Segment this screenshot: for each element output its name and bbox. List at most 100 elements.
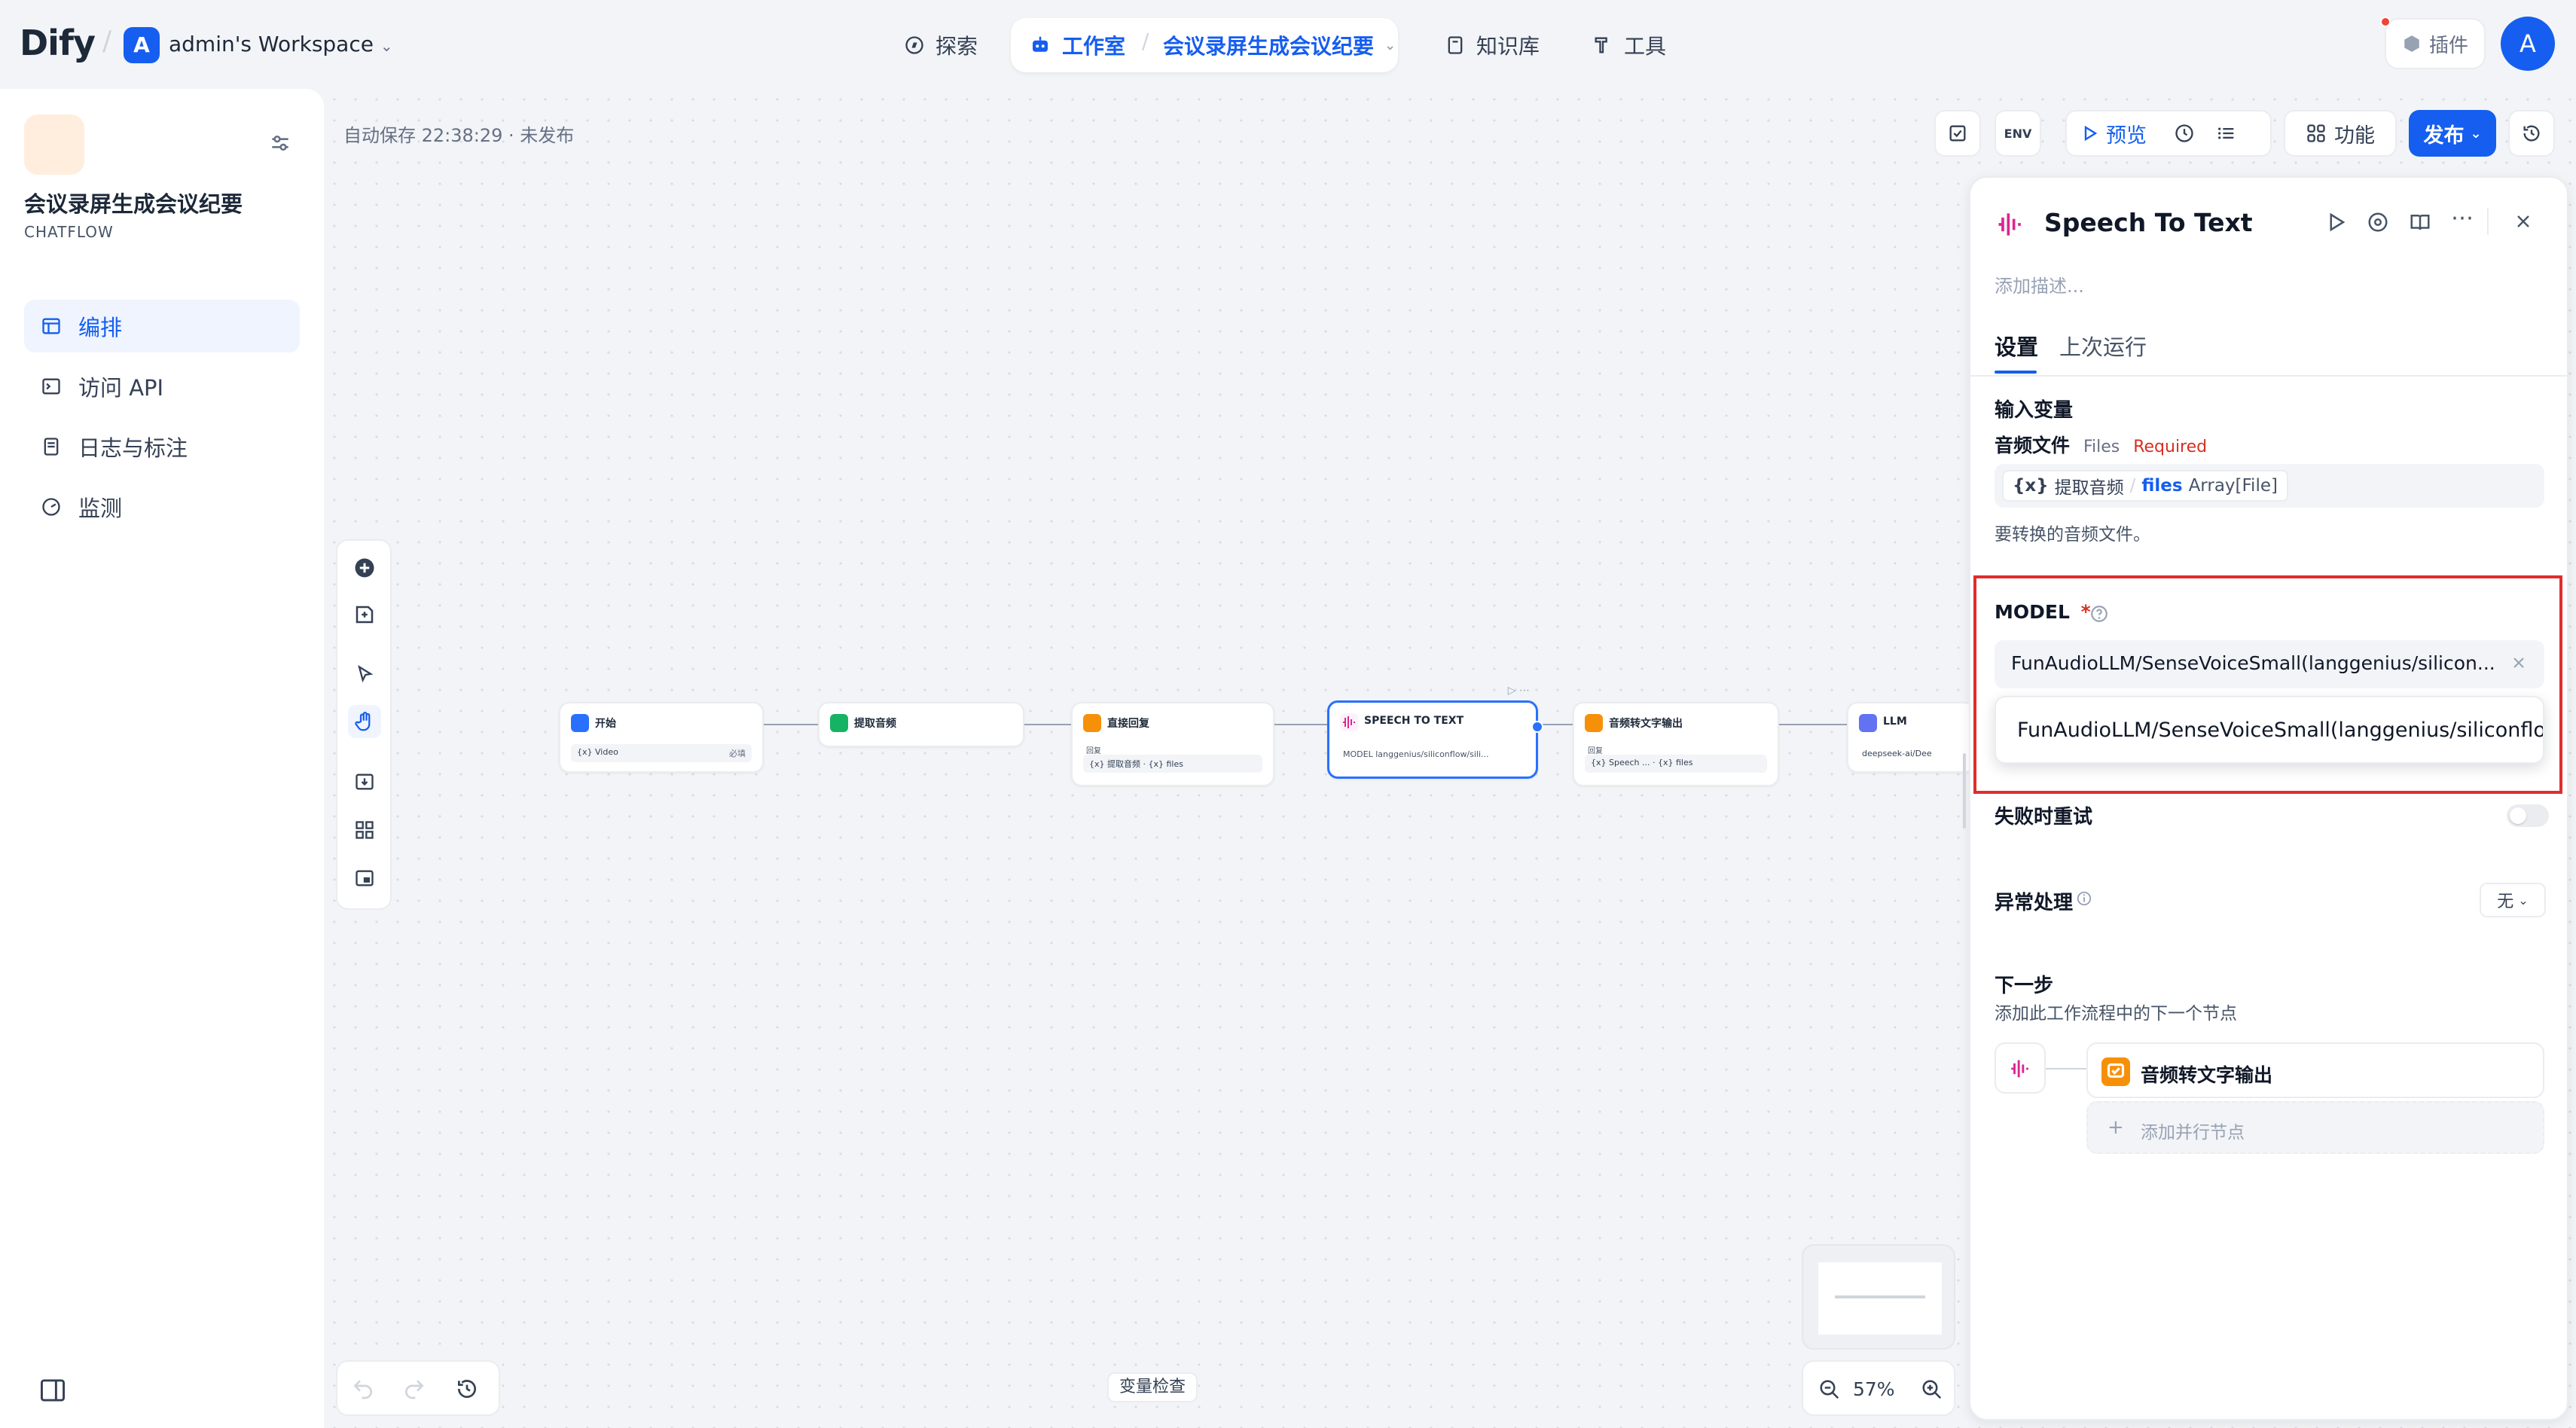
node-llm[interactable]: LLM deepseek-ai/Dee xyxy=(1847,702,1975,773)
sidebar-item-api[interactable]: 访问 API xyxy=(24,360,300,413)
tool-icon xyxy=(830,714,848,732)
minimap[interactable] xyxy=(1802,1244,1955,1350)
version-history-button[interactable] xyxy=(2508,110,2555,157)
workspace-avatar[interactable]: A xyxy=(124,27,160,63)
variable-inspect-button[interactable]: 变量检查 xyxy=(1107,1372,1198,1402)
breadcrumb-divider: / xyxy=(1142,29,1149,53)
panel-resize-handle[interactable] xyxy=(1963,753,1966,828)
app-settings-icon[interactable] xyxy=(268,131,292,155)
connector-line xyxy=(2046,1068,2086,1069)
add-parallel-label: 添加并行节点 xyxy=(2141,1123,2245,1143)
features-button[interactable]: 功能 xyxy=(2284,110,2397,157)
add-parallel-node-button[interactable]: + 添加并行节点 xyxy=(2086,1101,2544,1154)
env-button[interactable]: ENV xyxy=(1995,110,2041,157)
help-icon[interactable] xyxy=(2367,211,2389,233)
close-icon[interactable] xyxy=(2513,211,2534,232)
preview-button[interactable]: 预览 xyxy=(2106,119,2147,148)
terminal-icon xyxy=(41,376,62,397)
zoom-out-icon[interactable] xyxy=(1818,1378,1841,1401)
node-actions[interactable]: ▷ ⋯ xyxy=(1508,685,1530,697)
node-label: 回复 xyxy=(1086,747,1101,755)
layout-icon xyxy=(41,316,62,337)
node-extract-audio[interactable]: 提取音频 xyxy=(818,702,1024,747)
zoom-in-icon[interactable] xyxy=(1921,1378,1943,1401)
sidebar-item-monitor[interactable]: 监测 xyxy=(24,481,300,533)
notification-dot xyxy=(2380,17,2391,27)
undo-redo-bar xyxy=(336,1360,500,1416)
node-start[interactable]: 开始 {x} Video 必填 xyxy=(559,702,764,773)
node-speech-to-text[interactable]: SPEECH TO TEXT MODEL langgenius/siliconf… xyxy=(1327,685,1543,779)
active-tab-indicator xyxy=(1995,371,2037,374)
next-node-name: 音频转文字输出 xyxy=(2141,1064,2273,1086)
node-handle[interactable] xyxy=(1531,721,1543,733)
history-icon[interactable] xyxy=(455,1377,479,1401)
add-node-icon[interactable] xyxy=(348,551,381,584)
next-node-item[interactable]: 音频转文字输出 xyxy=(2086,1042,2544,1098)
tab-last-run[interactable]: 上次运行 xyxy=(2059,330,2147,362)
zoom-control: 57% xyxy=(1802,1360,1955,1416)
sidebar-item-label: 监测 xyxy=(78,496,123,521)
publish-label: 发布 xyxy=(2423,124,2465,148)
user-avatar[interactable]: A xyxy=(2501,17,2555,71)
plugins-label: 插件 xyxy=(2428,34,2468,57)
variable-icon: {x} xyxy=(2013,476,2049,496)
nav-tools-label: 工具 xyxy=(1624,34,1667,59)
chevron-down-icon: ⌄ xyxy=(380,37,393,55)
list-icon[interactable] xyxy=(2216,123,2237,144)
more-icon[interactable]: ⋯ xyxy=(2451,205,2474,231)
run-history-icon[interactable] xyxy=(2174,123,2195,144)
organize-blocks-icon[interactable] xyxy=(348,813,381,847)
redo-icon[interactable] xyxy=(402,1377,426,1401)
node-title: 开始 xyxy=(595,718,616,730)
book-open-icon[interactable] xyxy=(2409,211,2431,233)
nav-knowledge-label: 知识库 xyxy=(1476,34,1540,59)
sidebar-item-label: 日志与标注 xyxy=(78,435,188,461)
sidebar-collapse-icon[interactable] xyxy=(39,1378,66,1402)
reply-icon xyxy=(1585,714,1603,732)
speech-icon xyxy=(1340,713,1358,731)
description-input[interactable]: 添加描述... xyxy=(1995,271,2084,298)
nav-knowledge[interactable]: 知识库 xyxy=(1445,27,1540,63)
run-node-icon[interactable] xyxy=(2324,211,2347,233)
undo-icon[interactable] xyxy=(351,1377,375,1401)
book-icon xyxy=(1445,35,1466,56)
next-step-label: 下一步 xyxy=(1995,975,2054,997)
env-label: ENV xyxy=(2004,126,2032,141)
plugins-button[interactable]: 插件 xyxy=(2380,17,2486,69)
retry-toggle[interactable] xyxy=(2507,804,2549,827)
node-title: 音频转文字输出 xyxy=(1609,718,1683,730)
sidebar-item-logs[interactable]: 日志与标注 xyxy=(24,420,300,473)
log-icon xyxy=(41,436,62,457)
app-icon[interactable] xyxy=(24,114,84,175)
nav-studio[interactable]: 工作室 xyxy=(1029,27,1125,63)
node-audio-text-output[interactable]: 音频转文字输出 回复 {x} Speech ... · {x} files xyxy=(1573,702,1779,786)
checklist-button[interactable] xyxy=(1934,110,1981,157)
current-app-selector[interactable]: 会议录屏生成会议纪要 ⌄ xyxy=(1163,27,1396,63)
pointer-icon[interactable] xyxy=(348,658,381,691)
zoom-level[interactable]: 57% xyxy=(1853,1378,1895,1400)
add-note-icon[interactable] xyxy=(348,598,381,631)
publish-button[interactable]: 发布 ⌄ xyxy=(2409,110,2496,157)
dify-logo[interactable]: Dify xyxy=(20,23,96,63)
nav-explore[interactable]: 探索 xyxy=(904,27,978,63)
edge xyxy=(1778,724,1847,725)
info-icon[interactable] xyxy=(2076,890,2092,907)
hand-icon[interactable] xyxy=(348,705,381,738)
workspace-name: admin's Workspace xyxy=(169,32,374,56)
sidebar-item-orchestrate[interactable]: 编排 xyxy=(24,300,300,352)
panel-title[interactable]: Speech To Text xyxy=(2044,208,2253,237)
minimap-toggle-icon[interactable] xyxy=(348,862,381,895)
node-title: 直接回复 xyxy=(1107,718,1149,730)
current-node-block xyxy=(1995,1042,2046,1094)
workspace-selector[interactable]: admin's Workspace ⌄ xyxy=(169,32,393,56)
nav-tools[interactable]: 工具 xyxy=(1592,27,1666,63)
error-handling-select[interactable]: 无 ⌄ xyxy=(2480,883,2546,917)
export-image-icon[interactable] xyxy=(348,765,381,798)
node-variable: {x} 提取音频 · {x} files xyxy=(1083,755,1262,773)
node-direct-reply[interactable]: 直接回复 回复 {x} 提取音频 · {x} files xyxy=(1071,702,1274,786)
variable-chip[interactable]: {x} 提取音频 / files Array[File] xyxy=(2002,470,2288,502)
play-icon[interactable] xyxy=(2080,124,2098,142)
tab-settings[interactable]: 设置 xyxy=(1995,330,2038,362)
nav-explore-label: 探索 xyxy=(935,34,978,59)
edge xyxy=(762,724,818,725)
